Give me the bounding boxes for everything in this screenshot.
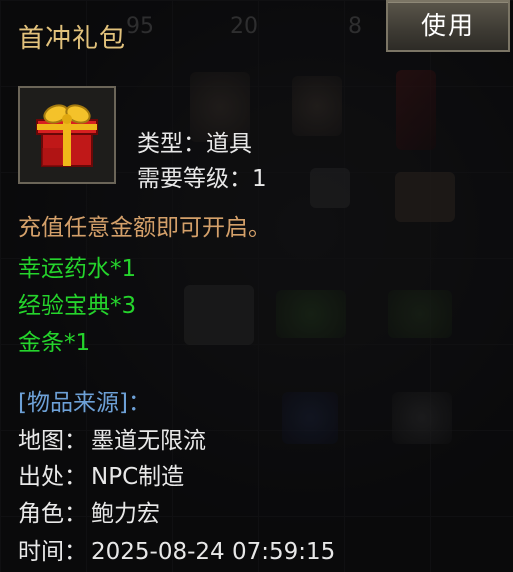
source-map-label: 地图： bbox=[18, 428, 87, 454]
reward-line: 金条*1 bbox=[18, 330, 91, 356]
source-origin: 出处： NPC制造 bbox=[18, 457, 184, 491]
gift-box-icon bbox=[20, 88, 114, 182]
item-source-header: [物品来源]： bbox=[18, 390, 151, 416]
item-level: 需要等级：1 bbox=[137, 159, 267, 193]
item-icon-frame bbox=[18, 86, 116, 184]
item-title: 首冲礼包 bbox=[18, 24, 127, 54]
source-time-value: 2025-08-24 07:59:15 bbox=[91, 539, 336, 565]
use-button[interactable]: 使用 bbox=[386, 0, 510, 52]
source-origin-value: NPC制造 bbox=[91, 464, 185, 490]
item-type: 类型：道具 bbox=[137, 124, 252, 158]
source-role: 角色： 鲍力宏 bbox=[18, 494, 160, 528]
source-map-value: 墨道无限流 bbox=[91, 428, 206, 454]
source-role-label: 角色： bbox=[18, 501, 87, 527]
item-level-value: 1 bbox=[252, 166, 267, 192]
item-type-value: 道具 bbox=[206, 131, 252, 157]
source-time-label: 时间： bbox=[18, 539, 87, 565]
reward-line: 经验宝典*3 bbox=[18, 293, 137, 319]
item-level-label: 需要等级： bbox=[137, 166, 252, 192]
source-time: 时间： 2025-08-24 07:59:15 bbox=[18, 532, 335, 566]
item-description: 充值任意金额即可开启。 bbox=[18, 215, 271, 241]
source-origin-label: 出处： bbox=[18, 464, 87, 490]
source-role-value: 鲍力宏 bbox=[91, 501, 160, 527]
item-tooltip: 首冲礼包 使用 类型：道具 需要等级：1 充值任意金额即可开启。 幸运药水*1 … bbox=[0, 0, 513, 572]
source-map: 地图： 墨道无限流 bbox=[18, 421, 206, 455]
reward-line: 幸运药水*1 bbox=[18, 256, 137, 282]
item-type-label: 类型： bbox=[137, 131, 206, 157]
